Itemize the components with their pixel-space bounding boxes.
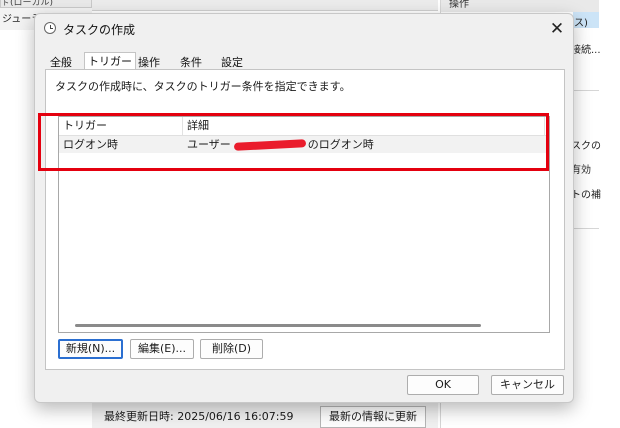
dialog-titlebar[interactable]: タスクの作成 ✕ xyxy=(35,14,573,44)
new-trigger-button[interactable]: 新規(N)... xyxy=(58,339,123,359)
refresh-button[interactable]: 最新の情報に更新 xyxy=(320,406,426,428)
dialog-title: タスクの作成 xyxy=(63,23,136,37)
tab-settings[interactable]: 設定 xyxy=(218,55,246,70)
cancel-button[interactable]: キャンセル xyxy=(491,375,564,395)
actions-header: 操作 xyxy=(441,0,599,12)
background-header-strip xyxy=(92,0,438,11)
tab-triggers[interactable]: トリガー xyxy=(84,52,136,70)
actions-divider xyxy=(573,90,599,91)
clock-icon xyxy=(44,22,56,34)
tab-general[interactable]: 全般 xyxy=(47,55,75,70)
close-button[interactable]: ✕ xyxy=(545,17,569,41)
background-tree-item[interactable]: ㇳ(ローカル) xyxy=(0,0,92,8)
tab-conditions[interactable]: 条件 xyxy=(177,55,205,70)
actions-item[interactable]: トの補 xyxy=(571,186,601,201)
actions-item[interactable]: スクの xyxy=(571,137,601,152)
triggers-description: タスクの作成時に、タスクのトリガー条件を指定できます。 xyxy=(55,80,351,93)
edit-trigger-button[interactable]: 編集(E)... xyxy=(130,339,194,359)
create-task-dialog: タスクの作成 ✕ 全般 トリガー 操作 条件 設定 タスクの作成時に、タスクのト… xyxy=(34,13,574,403)
delete-trigger-button[interactable]: 削除(D) xyxy=(200,339,263,359)
last-updated-label: 最終更新日時: 2025/06/16 16:07:59 xyxy=(104,410,294,423)
actions-item[interactable]: 接続... xyxy=(571,41,601,56)
tab-actions[interactable]: 操作 xyxy=(135,55,163,70)
tab-bar: 全般 トリガー 操作 条件 設定 xyxy=(35,52,573,70)
actions-divider xyxy=(573,228,599,229)
highlight-annotation-box xyxy=(38,113,549,171)
horizontal-scrollbar[interactable] xyxy=(75,324,481,327)
ok-button[interactable]: OK xyxy=(407,375,479,395)
actions-item[interactable]: ス) xyxy=(574,14,588,29)
actions-item[interactable]: 有効 xyxy=(571,161,591,176)
